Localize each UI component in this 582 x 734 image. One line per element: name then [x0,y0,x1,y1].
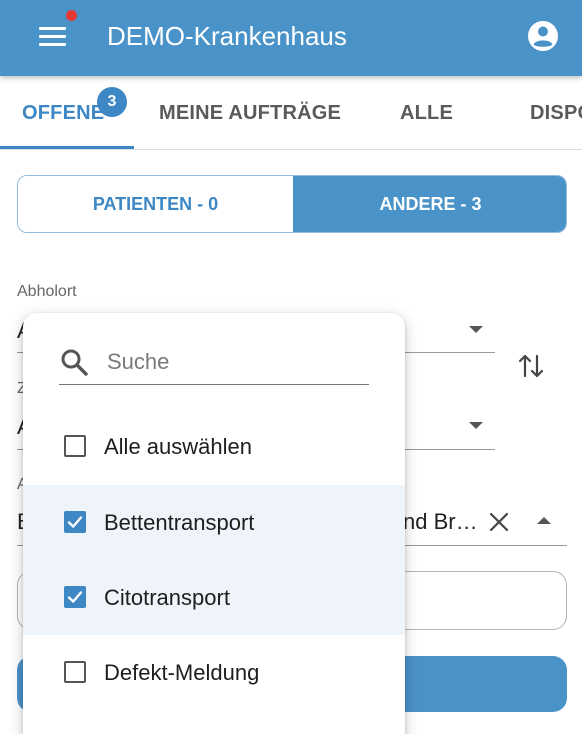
tab-dispo[interactable]: DISPO [530,76,582,150]
dropdown-option-select-all[interactable]: Alle auswählen [23,409,405,484]
toggle-patienten-button[interactable]: PATIENTEN - 0 [18,176,293,232]
tab-offene[interactable]: OFFENE [22,76,104,150]
app-screen: DEMO-Krankenhaus OFFENE 3 MEINE AUFTRÄGE… [0,0,582,734]
swap-vertical-icon[interactable] [517,350,545,382]
dropdown-option-citotransport[interactable]: Citotransport [23,560,405,635]
transport-type-dropdown: Alle auswählen Bettentransport Citotrans… [23,313,405,734]
option-label: Defekt-Meldung [104,660,260,685]
checkbox-unchecked-icon[interactable] [64,661,86,683]
option-label: Alle auswählen [104,434,252,459]
pickup-field-label: Abholort [17,283,77,300]
toggle-andere-button[interactable]: ANDERE - 3 [293,176,566,232]
tab-offene-count-badge: 3 [97,87,127,117]
tab-alle[interactable]: ALLE [400,76,453,150]
app-title: DEMO-Krankenhaus [107,21,347,51]
category-toggle: PATIENTEN - 0 ANDERE - 3 [17,175,567,233]
option-label: Bettentransport [104,510,255,535]
clear-icon[interactable] [487,510,511,534]
search-input[interactable] [107,345,357,379]
destination-chevron-down-icon[interactable] [469,422,483,429]
tab-meine-auftraege[interactable]: MEINE AUFTRÄGE [159,76,341,150]
active-tab-indicator [0,146,134,149]
dropdown-option-defekt-meldung[interactable]: Defekt-Meldung [23,635,405,710]
menu-icon[interactable] [36,20,70,54]
option-label: Citotransport [104,585,230,610]
dropdown-search [59,343,369,385]
account-circle-icon[interactable] [524,17,562,55]
type-field-value-right[interactable]: nd Br… [403,509,478,535]
checkbox-unchecked-icon[interactable] [64,435,86,457]
search-icon [59,347,89,377]
checkbox-checked-icon[interactable] [64,511,86,533]
checkbox-checked-icon[interactable] [64,586,86,608]
tab-bar: OFFENE 3 MEINE AUFTRÄGE ALLE DISPO [0,76,582,150]
app-bar: DEMO-Krankenhaus [0,0,582,76]
dropdown-option-bettentransport[interactable]: Bettentransport [23,485,405,560]
notification-dot [66,10,77,21]
type-chevron-up-icon[interactable] [537,517,551,524]
pickup-chevron-down-icon[interactable] [469,326,483,333]
